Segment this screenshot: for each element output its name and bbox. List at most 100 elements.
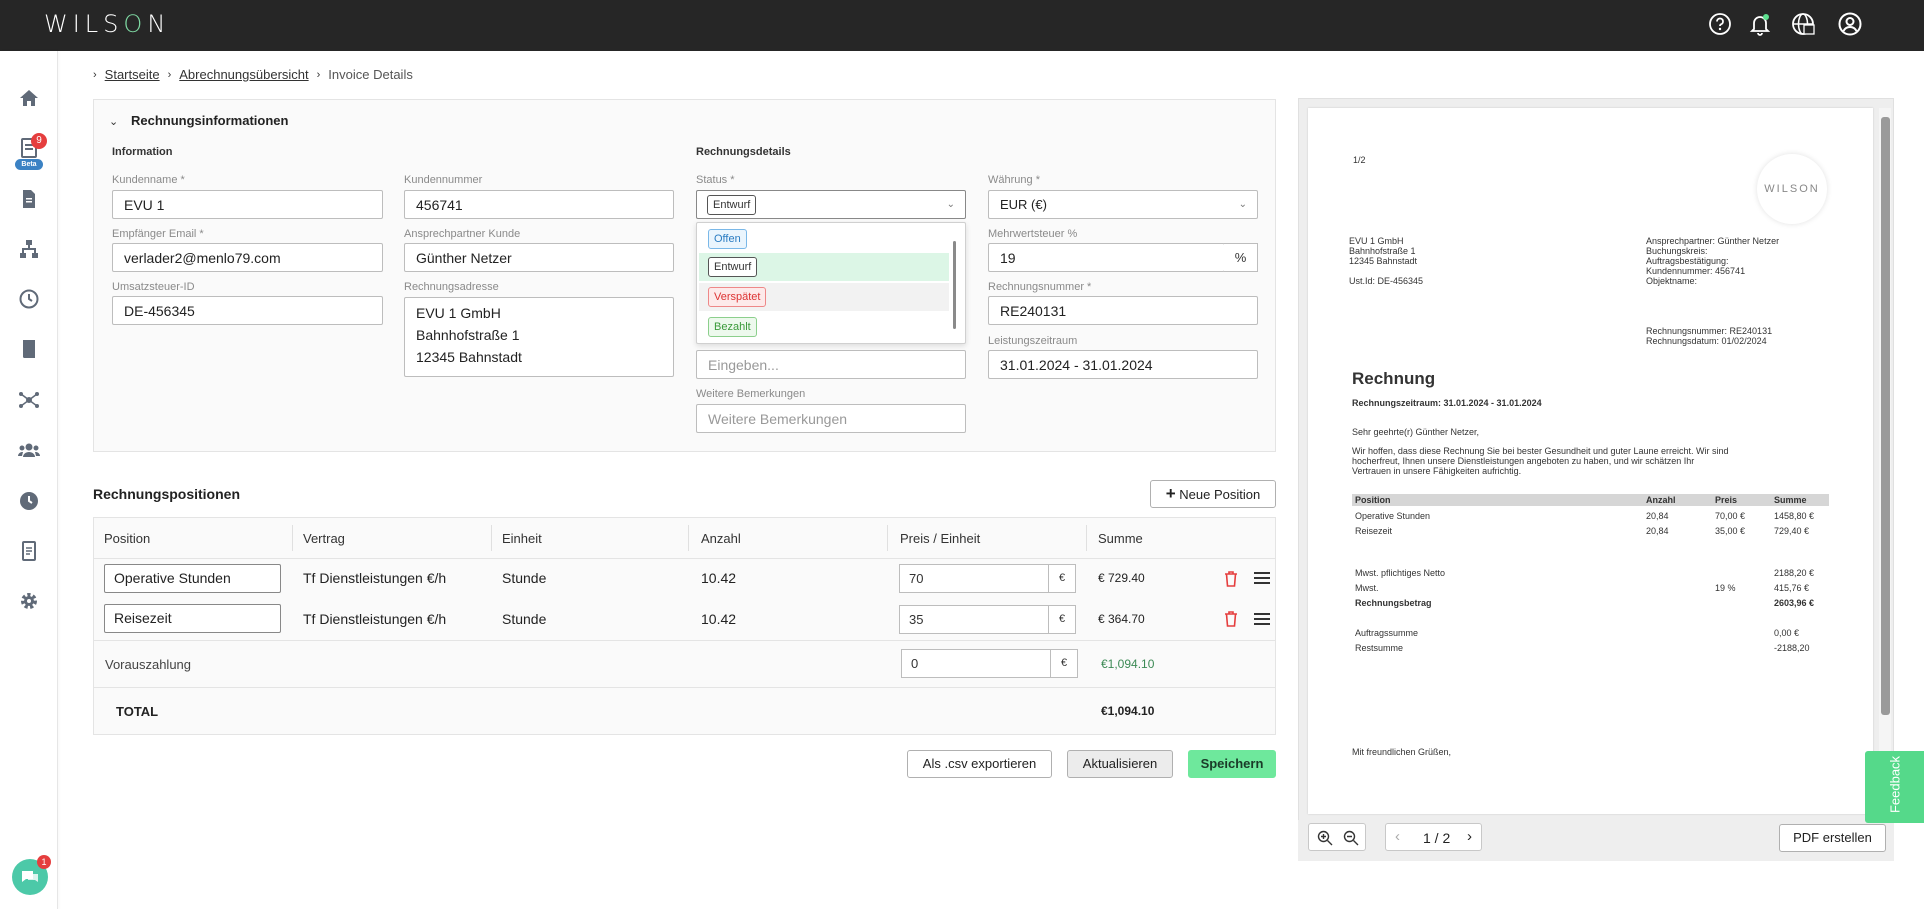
pdf-gross-value: 2603,96 €: [1774, 598, 1815, 608]
report-icon[interactable]: [17, 539, 41, 563]
pdf-table-header-cell: Summe: [1774, 495, 1807, 505]
email-input[interactable]: verlader2@menlo79.com: [112, 243, 383, 272]
address-label: Rechnungsadresse: [404, 281, 499, 293]
breadcrumb-overview-link[interactable]: Abrechnungsübersicht: [179, 67, 308, 82]
unit-cell: Stunde: [502, 611, 547, 627]
document-icon[interactable]: [17, 187, 41, 211]
pdf-table-cell: 729,40 €: [1774, 526, 1810, 536]
breadcrumb-home-link[interactable]: Startseite: [105, 67, 160, 82]
column-separator: [491, 525, 492, 551]
price-input[interactable]: 70: [899, 564, 1049, 593]
pdf-sender-line: Bahnhofstraße 1: [1349, 246, 1416, 256]
status-option-late[interactable]: Verspätet: [699, 283, 949, 311]
currency-label: Währung *: [988, 174, 1040, 186]
zoom-group: [1308, 823, 1366, 851]
collapse-chevron-icon[interactable]: ⌄: [109, 115, 118, 128]
customer-name-input[interactable]: EVU 1: [112, 190, 383, 219]
address-textarea[interactable]: EVU 1 GmbH Bahnhofstraße 1 12345 Bahnsta…: [404, 297, 674, 377]
prepayment-input[interactable]: 0: [901, 649, 1051, 678]
new-position-button[interactable]: + Neue Position: [1150, 480, 1276, 508]
email-label: Empfänger Email *: [112, 228, 204, 240]
pdf-meta-line: Buchungskreis:: [1646, 246, 1708, 256]
invoice-number-label: Rechnungsnummer *: [988, 281, 1092, 293]
prepayment-label: Vorauszahlung: [105, 657, 192, 672]
previous-page-icon[interactable]: ‹: [1395, 828, 1400, 845]
pdf-tax-label: Mwst.: [1355, 583, 1379, 593]
breadcrumb-chevron-icon: ›: [167, 68, 172, 81]
column-header-sum: Summe: [1098, 531, 1143, 546]
status-select[interactable]: Entwurf ⌄: [696, 190, 966, 219]
breadcrumb-current: Invoice Details: [328, 67, 413, 82]
trash-icon[interactable]: [1223, 570, 1239, 588]
price-input[interactable]: 35: [899, 605, 1049, 634]
bell-icon[interactable]: [1747, 11, 1773, 37]
pdf-table-cell: 20,84: [1646, 526, 1669, 536]
wilson-logo[interactable]: WILSON: [44, 10, 170, 38]
status-option-open[interactable]: Offen: [699, 225, 949, 253]
period-input[interactable]: 31.01.2024 - 31.01.2024: [988, 350, 1258, 379]
invoice-number-input[interactable]: RE240131: [988, 296, 1258, 325]
pdf-meta-line: Kundennummer: 456741: [1646, 266, 1746, 276]
pdf-sender-line: 12345 Bahnstadt: [1349, 256, 1418, 266]
home-icon[interactable]: [17, 86, 41, 110]
invoice-details-group-title: Rechnungsdetails: [696, 146, 791, 158]
column-header-unit: Einheit: [502, 531, 542, 546]
period-label: Leistungszeitraum: [988, 335, 1078, 347]
hidden-field-input[interactable]: Eingeben...: [696, 350, 966, 379]
position-name-input[interactable]: Reisezeit: [104, 604, 281, 633]
vat-percent-addon: %: [1224, 243, 1258, 272]
quantity-cell: 10.42: [701, 611, 737, 627]
user-account-icon[interactable]: [1837, 11, 1863, 37]
trash-icon[interactable]: [1223, 610, 1239, 628]
customer-number-input[interactable]: 456741: [404, 190, 674, 219]
history-icon[interactable]: [17, 287, 41, 311]
next-page-icon[interactable]: ›: [1467, 828, 1472, 845]
save-button[interactable]: Speichern: [1188, 750, 1276, 778]
currency-select[interactable]: EUR (€) ⌄: [988, 190, 1258, 219]
drag-handle-icon[interactable]: [1254, 571, 1270, 585]
create-pdf-button[interactable]: PDF erstellen: [1779, 824, 1886, 852]
pdf-meta-line: Auftragsbestätigung:: [1646, 256, 1729, 266]
preview-scrollbar-thumb[interactable]: [1881, 117, 1890, 715]
help-icon[interactable]: [1707, 11, 1733, 37]
table-divider: [94, 687, 1275, 688]
customer-name-label: Kundenname *: [112, 174, 185, 186]
language-globe-icon[interactable]: [1790, 11, 1816, 37]
pdf-page-marker: 1/2: [1353, 155, 1366, 165]
contact-input[interactable]: Günther Netzer: [404, 243, 674, 272]
zoom-in-icon[interactable]: [1317, 830, 1333, 846]
share-nodes-icon[interactable]: [17, 388, 41, 412]
settings-gear-icon[interactable]: [17, 589, 41, 613]
invoice-info-title[interactable]: Rechnungsinformationen: [131, 113, 288, 128]
pdf-tax-rate: 19 %: [1715, 583, 1736, 593]
position-name-input[interactable]: Operative Stunden: [104, 564, 281, 593]
clock-icon[interactable]: [17, 489, 41, 513]
status-option-draft[interactable]: Entwurf: [699, 253, 949, 281]
export-csv-button[interactable]: Als .csv exportieren: [907, 750, 1052, 778]
total-value: €1,094.10: [1101, 704, 1155, 718]
users-group-icon[interactable]: [17, 438, 41, 462]
feedback-tab[interactable]: Feedback: [1865, 751, 1924, 823]
notification-badge: 9: [31, 133, 47, 149]
remarks-textarea[interactable]: Weitere Bemerkungen: [696, 404, 966, 433]
status-option-paid[interactable]: Bezahlt: [699, 313, 949, 341]
pdf-invoice-number: Rechnungsnummer: RE240131: [1646, 326, 1773, 336]
chat-unread-badge: 1: [37, 855, 51, 869]
drag-handle-icon[interactable]: [1254, 612, 1270, 626]
sidebar: [0, 51, 58, 909]
pdf-table-cell: 1458,80 €: [1774, 511, 1815, 521]
customer-number-label: Kundennummer: [404, 174, 483, 186]
vat-id-input[interactable]: DE-456345: [112, 296, 383, 325]
book-icon[interactable]: [17, 337, 41, 361]
positions-title: Rechnungspositionen: [93, 486, 240, 502]
network-icon[interactable]: [17, 237, 41, 261]
dropdown-scrollbar[interactable]: [953, 241, 956, 329]
vat-input[interactable]: 19: [988, 243, 1225, 272]
update-button[interactable]: Aktualisieren: [1067, 750, 1173, 778]
column-separator: [1086, 525, 1087, 551]
pdf-sender-line: EVU 1 GmbH: [1349, 236, 1404, 246]
pdf-intro-line: Vertrauen in unsere Fähigkeiten aufricht…: [1352, 466, 1522, 476]
zoom-out-icon[interactable]: [1343, 830, 1359, 846]
pdf-intro-line: Wir hoffen, dass diese Rechnung Sie bei …: [1352, 446, 1729, 456]
invoice-info-card: [93, 99, 1276, 452]
